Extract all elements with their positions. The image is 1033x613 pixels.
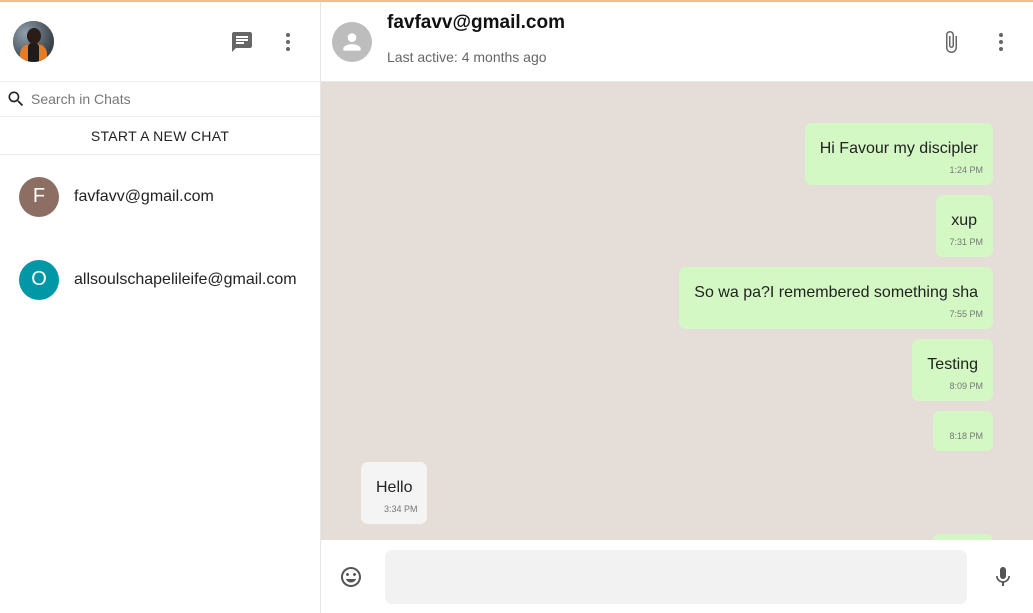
chat-name: favfavv@gmail.com [74,187,214,205]
chat-list-item[interactable]: F favfavv@gmail.com [0,155,320,238]
sidebar-actions [230,30,300,54]
chat-avatar: O [19,259,59,300]
contact-avatar[interactable] [332,21,372,62]
sidebar-header [0,2,320,82]
message-bubble-outgoing-partial [933,534,993,540]
contact-info: favfavv@gmail.com Last active: 4 months … [387,12,565,65]
message-bubble-outgoing[interactable]: Testing 8:09 PM [912,339,993,401]
message-bubble-outgoing[interactable]: Hi Favour my discipler 1:24 PM [804,123,993,185]
last-active-status: Last active: 4 months ago [387,49,547,65]
message-bubble-outgoing[interactable]: 8:18 PM [933,411,993,451]
emoji-icon[interactable] [339,565,363,589]
chat-panel: favfavv@gmail.com Last active: 4 months … [321,2,1033,613]
chat-list: F favfavv@gmail.com O allsoulschapelilei… [0,155,320,321]
paperclip-icon[interactable] [939,29,963,55]
chat-header-actions [939,29,1013,55]
message-composer [321,540,1033,613]
message-text: xup [951,212,977,229]
message-time: 7:31 PM [949,237,983,247]
message-text: Hello [376,479,413,496]
more-vert-icon[interactable] [276,30,300,54]
sidebar: START A NEW CHAT F favfavv@gmail.com O a… [0,2,321,613]
search-bar [0,82,320,117]
message-time: 3:34 PM [383,504,418,514]
person-icon [343,32,361,51]
message-input[interactable] [385,549,967,604]
contact-name: favfavv@gmail.com [387,12,565,33]
start-new-chat-button[interactable]: START A NEW CHAT [0,117,320,155]
more-vert-icon[interactable] [989,30,1013,54]
chat-name: allsoulschapelileife@gmail.com [74,270,297,288]
message-bubble-outgoing[interactable]: So wa pa?I remembered something sha 7:55… [679,267,993,329]
user-avatar[interactable] [13,21,54,62]
message-text: So wa pa?I remembered something sha [694,284,978,301]
search-icon [6,89,26,109]
message-list: Hi Favour my discipler 1:24 PM xup 7:31 … [321,82,1033,540]
message-text: Testing [927,356,978,373]
chat-list-item[interactable]: O allsoulschapelileife@gmail.com [0,238,320,321]
chat-header: favfavv@gmail.com Last active: 4 months … [321,2,1033,82]
message-time: 7:55 PM [949,309,983,319]
chat-app: START A NEW CHAT F favfavv@gmail.com O a… [0,2,1033,613]
mic-icon[interactable] [991,565,1015,589]
message-time: 8:09 PM [949,381,983,391]
message-time: 1:24 PM [949,165,983,175]
search-input[interactable] [31,91,311,107]
chat-avatar: F [19,176,59,217]
message-text: Hi Favour my discipler [819,140,978,157]
chat-icon[interactable] [230,30,254,54]
message-bubble-incoming[interactable]: Hello 3:34 PM [361,462,428,524]
message-bubble-outgoing[interactable]: xup 7:31 PM [936,195,993,257]
message-time: 8:18 PM [949,431,983,441]
